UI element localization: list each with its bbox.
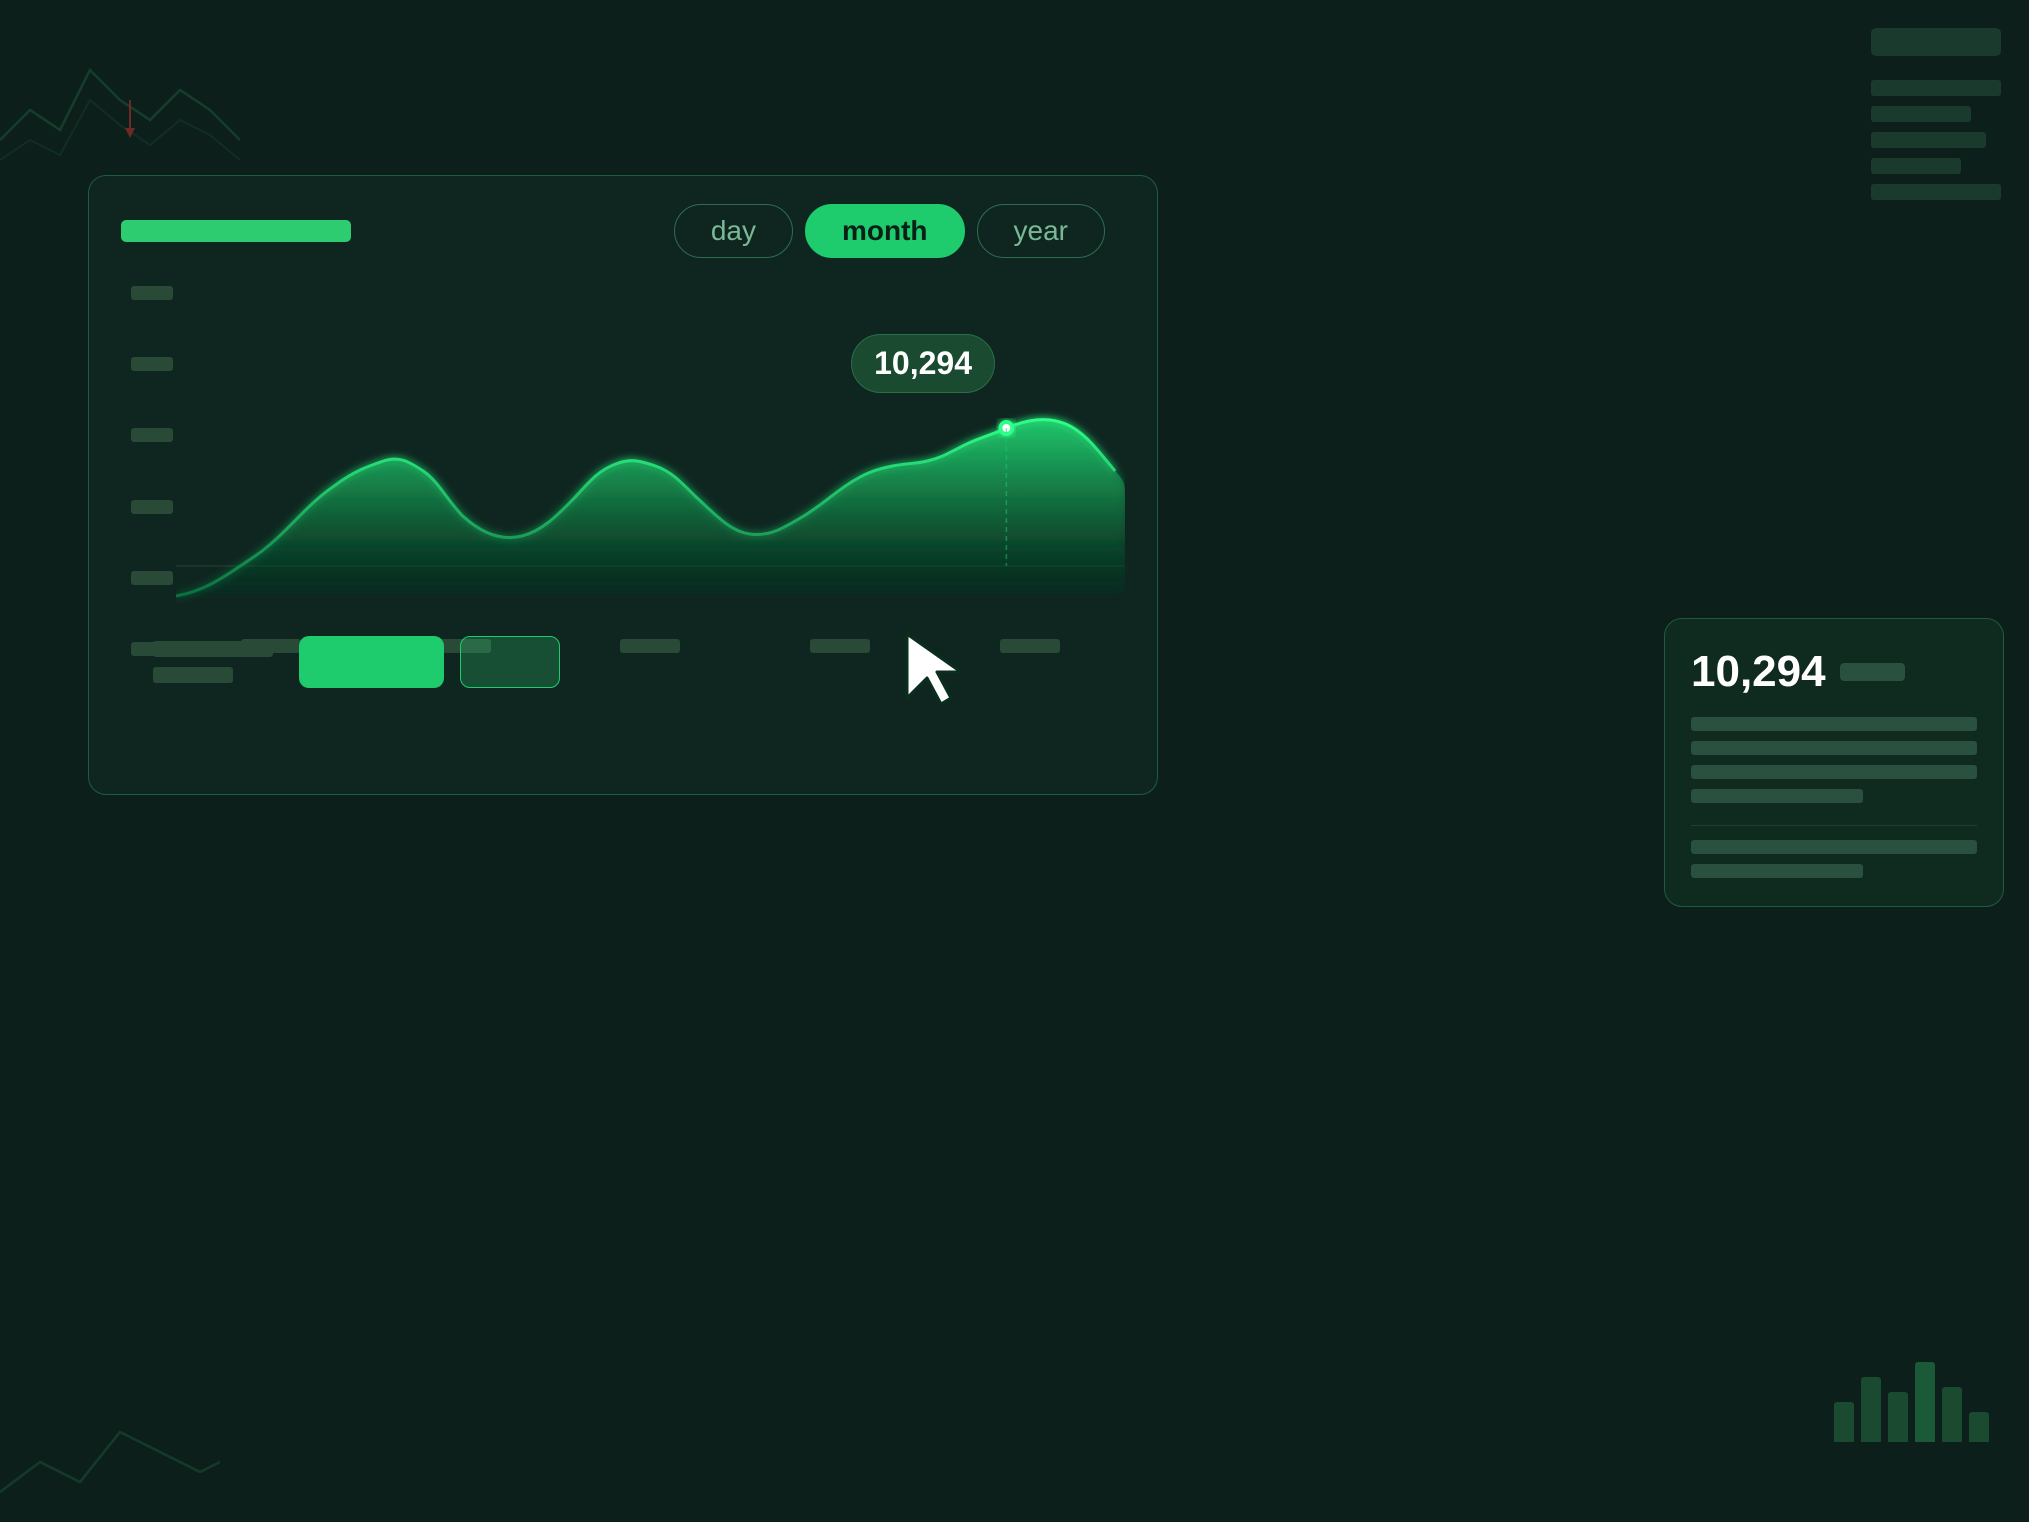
- y-label-1: [131, 286, 173, 300]
- y-label-4: [131, 500, 173, 514]
- card-header: day month year: [121, 204, 1125, 258]
- tooltip-value-row: 10,294: [1691, 647, 1977, 697]
- tooltip-row-5: [1691, 840, 1977, 854]
- bg-chart-topleft: [0, 10, 240, 180]
- footer-primary-button[interactable]: [299, 636, 444, 688]
- y-label-3: [131, 428, 173, 442]
- tooltip-bubble-value: 10,294: [874, 345, 972, 381]
- tab-day[interactable]: day: [674, 204, 793, 258]
- footer-secondary-button[interactable]: [460, 636, 560, 688]
- chart-tooltip-bubble: 10,294: [851, 334, 995, 393]
- chart-area: 10,294: [121, 286, 1125, 716]
- tooltip-card: 10,294: [1664, 618, 2004, 907]
- main-card: day month year: [88, 175, 1158, 795]
- tab-month[interactable]: month: [805, 204, 965, 258]
- header-title-bar: [121, 220, 351, 242]
- card-footer: [153, 636, 1093, 688]
- bg-top-right-bar: [1871, 28, 2001, 56]
- tab-year[interactable]: year: [977, 204, 1105, 258]
- footer-label-2: [153, 667, 233, 683]
- tooltip-row-2: [1691, 741, 1977, 755]
- tooltip-badge: [1840, 663, 1905, 681]
- tooltip-divider: [1691, 825, 1977, 826]
- tooltip-rows-group1: [1691, 717, 1977, 803]
- bg-chart-bottomleft: [0, 1372, 220, 1522]
- tooltip-card-value: 10,294: [1691, 647, 1826, 697]
- y-label-2: [131, 357, 173, 371]
- tooltip-row-3: [1691, 765, 1977, 779]
- tooltip-row-1: [1691, 717, 1977, 731]
- y-label-5: [131, 571, 173, 585]
- y-axis: [121, 286, 181, 656]
- tooltip-row-4: [1691, 789, 1863, 803]
- bg-right-bars: [1871, 80, 2001, 200]
- bg-vbars-bottomright: [1834, 1352, 1989, 1442]
- tooltip-rows-group2: [1691, 840, 1977, 878]
- footer-label-1: [153, 641, 273, 657]
- tooltip-row-6: [1691, 864, 1863, 878]
- time-tabs: day month year: [674, 204, 1105, 258]
